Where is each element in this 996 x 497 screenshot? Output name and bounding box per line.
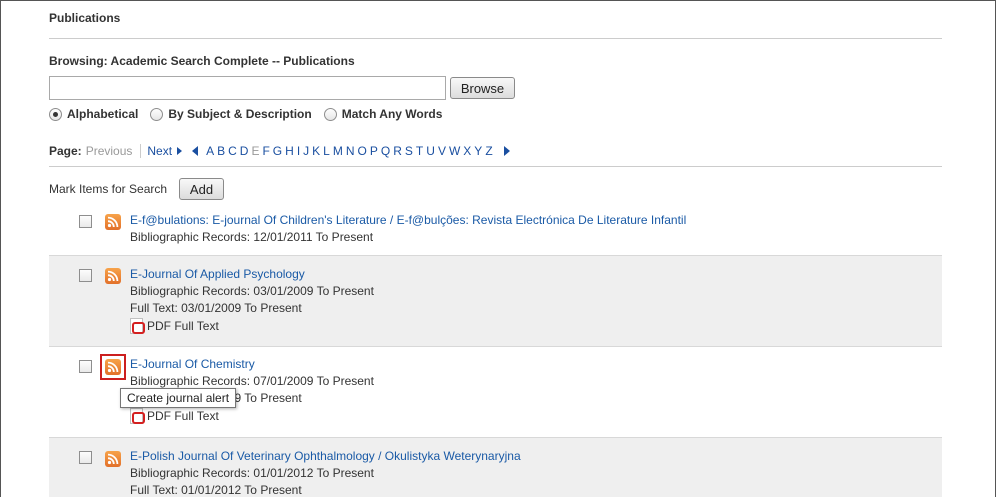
letter-link-a[interactable]: A xyxy=(206,144,214,158)
radio-alphabetical[interactable]: Alphabetical xyxy=(49,107,138,121)
publication-title-link[interactable]: E-Journal Of Chemistry xyxy=(130,357,255,371)
letter-link-c[interactable]: C xyxy=(228,144,237,158)
letter-link-i[interactable]: I xyxy=(297,144,300,158)
item-checkbox[interactable] xyxy=(79,215,92,228)
right-arrow-icon[interactable] xyxy=(503,146,510,156)
bibliographic-records: Bibliographic Records: 03/01/2009 To Pre… xyxy=(130,284,374,298)
divider xyxy=(49,38,942,39)
pdf-label: PDF Full Text xyxy=(147,319,219,333)
letter-link-f[interactable]: F xyxy=(262,144,269,158)
tooltip: Create journal alert xyxy=(120,388,237,408)
letter-link-d[interactable]: D xyxy=(240,144,249,158)
letter-link-s[interactable]: S xyxy=(405,144,413,158)
bibliographic-records: Bibliographic Records: 07/01/2009 To Pre… xyxy=(130,374,374,388)
pdf-label: PDF Full Text xyxy=(147,409,219,423)
letter-link-p[interactable]: P xyxy=(370,144,378,158)
letter-link-e: E xyxy=(251,144,260,158)
letter-link-w[interactable]: W xyxy=(449,144,460,158)
letter-link-m[interactable]: M xyxy=(333,144,343,158)
bibliographic-records: Bibliographic Records: 01/01/2012 To Pre… xyxy=(130,466,374,480)
letter-link-v[interactable]: V xyxy=(438,144,446,158)
publication-title-link[interactable]: E-Polish Journal Of Veterinary Ophthalmo… xyxy=(130,449,521,463)
letter-link-u[interactable]: U xyxy=(426,144,435,158)
left-arrow-icon[interactable] xyxy=(192,146,199,156)
letter-link-l[interactable]: L xyxy=(323,144,330,158)
radio-label: Match Any Words xyxy=(341,107,443,121)
search-input[interactable] xyxy=(49,76,446,100)
letter-link-j[interactable]: J xyxy=(303,144,309,158)
letter-link-z[interactable]: Z xyxy=(485,144,492,158)
bibliographic-records: Bibliographic Records: 12/01/2011 To Pre… xyxy=(130,230,374,244)
add-button[interactable]: Add xyxy=(179,178,224,200)
letter-link-g[interactable]: G xyxy=(273,144,282,158)
mark-items-label: Mark Items for Search xyxy=(49,182,168,196)
letter-link-o[interactable]: O xyxy=(358,144,367,158)
full-text-dates: Full Text: 03/01/2009 To Present xyxy=(130,301,302,315)
pdf-full-text-link[interactable]: PDF Full Text xyxy=(130,408,219,424)
letter-link-y[interactable]: Y xyxy=(474,144,482,158)
pdf-icon xyxy=(130,408,145,424)
full-text-dates: Full Text: 01/01/2012 To Present xyxy=(130,483,302,497)
radio-label: By Subject & Description xyxy=(168,107,312,121)
pdf-icon xyxy=(130,318,145,334)
previous-link: Previous xyxy=(85,144,133,158)
list-item: E-f@bulations: E-journal Of Children's L… xyxy=(49,206,942,254)
radio-label: Alphabetical xyxy=(67,107,139,121)
item-checkbox[interactable] xyxy=(79,269,92,282)
letter-link-r[interactable]: R xyxy=(393,144,402,158)
page-label: Page: xyxy=(49,144,82,158)
publication-title-link[interactable]: E-Journal Of Applied Psychology xyxy=(130,267,305,281)
rss-icon[interactable] xyxy=(105,214,121,230)
list-item: E-Journal Of Applied Psychology Bibliogr… xyxy=(49,255,942,347)
radio-button[interactable] xyxy=(49,107,62,121)
rss-icon[interactable] xyxy=(105,359,121,375)
letter-link-t[interactable]: T xyxy=(416,144,423,158)
radio-button[interactable] xyxy=(150,107,164,121)
radio-by-subject[interactable]: By Subject & Description xyxy=(150,107,312,121)
rss-icon[interactable] xyxy=(105,268,121,284)
rss-icon[interactable] xyxy=(105,451,121,467)
browse-button[interactable]: Browse xyxy=(450,77,515,99)
publications-panel: Publications Browsing: Academic Search C… xyxy=(0,0,996,497)
publication-title-link[interactable]: E-f@bulations: E-journal Of Children's L… xyxy=(130,213,686,227)
divider xyxy=(140,144,142,158)
next-link[interactable]: Next xyxy=(147,144,172,158)
radio-match-any-words[interactable]: Match Any Words xyxy=(323,107,443,121)
letter-link-k[interactable]: K xyxy=(312,144,320,158)
letter-link-q[interactable]: Q xyxy=(381,144,390,158)
letter-link-x[interactable]: X xyxy=(463,144,471,158)
item-checkbox[interactable] xyxy=(79,451,92,464)
radio-button[interactable] xyxy=(323,107,337,121)
search-mode-group: Alphabetical By Subject & Description Ma… xyxy=(49,107,454,121)
item-checkbox[interactable] xyxy=(79,360,92,373)
letter-link-n[interactable]: N xyxy=(346,144,355,158)
pagination: Page: Previous Next ABCDEFGHIJKLMNOPQRST… xyxy=(49,144,510,158)
letter-link-b[interactable]: B xyxy=(217,144,225,158)
letter-link-h[interactable]: H xyxy=(285,144,294,158)
pdf-full-text-link[interactable]: PDF Full Text xyxy=(130,318,219,334)
divider xyxy=(49,166,942,167)
next-arrow-icon[interactable] xyxy=(177,147,183,155)
browsing-label: Browsing: Academic Search Complete -- Pu… xyxy=(49,54,355,68)
list-item: E-Polish Journal Of Veterinary Ophthalmo… xyxy=(49,437,942,497)
page-title: Publications xyxy=(49,11,121,25)
letter-index: ABCDEFGHIJKLMNOPQRSTUVWXYZ xyxy=(206,144,496,158)
